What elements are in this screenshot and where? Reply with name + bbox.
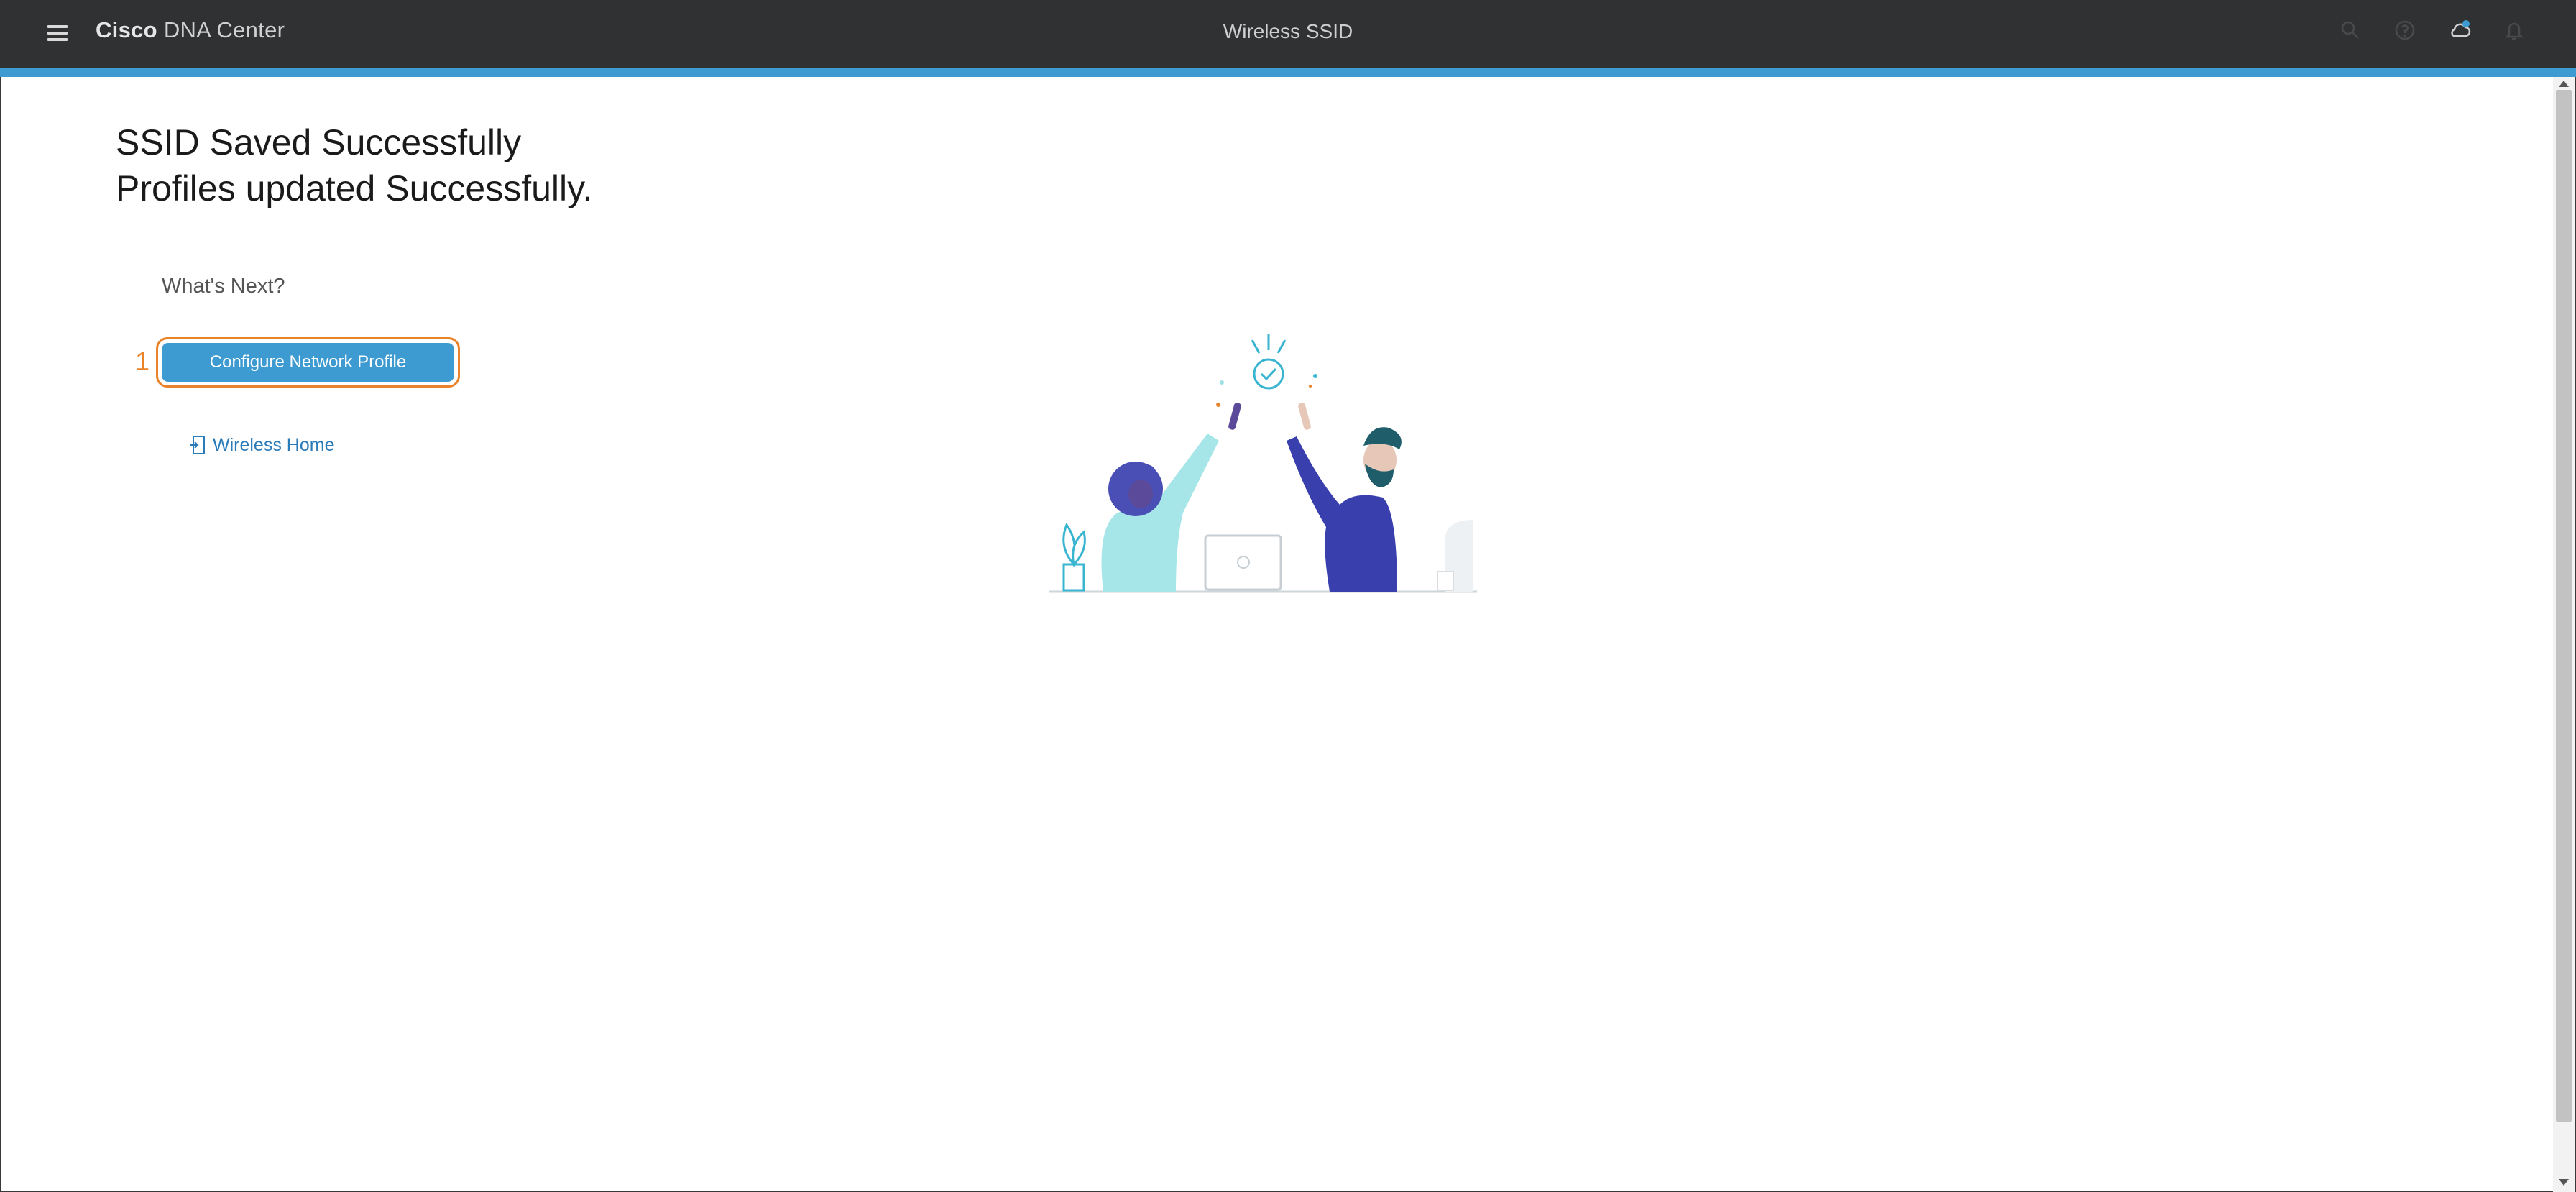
profiles-updated-message: Profiles updated Successfully. [116, 168, 593, 208]
laptop-icon [1204, 534, 1282, 591]
scroll-down-arrow-icon[interactable] [2557, 1178, 2570, 1188]
step-number: 1 [135, 347, 150, 376]
exit-door-icon [190, 436, 205, 454]
configure-network-profile-button[interactable]: Configure Network Profile [156, 337, 460, 388]
coffee-cup-icon [1437, 571, 1454, 591]
top-navigation-bar: Cisco DNA Center Wireless SSID [0, 0, 2576, 68]
help-icon[interactable] [2393, 19, 2416, 42]
whats-next-label: What's Next? [162, 275, 285, 298]
cloud-notification-icon[interactable] [2448, 19, 2471, 42]
success-check-icon [1251, 334, 1287, 390]
scroll-up-arrow-icon[interactable] [2557, 78, 2570, 88]
page-title: Wireless SSID [1223, 20, 1353, 42]
accent-bar [0, 68, 2576, 77]
scrollbar-thumb[interactable] [2556, 90, 2572, 1122]
plant-icon [1062, 522, 1086, 592]
wireless-home-label: Wireless Home [213, 434, 335, 455]
success-message: SSID Saved Successfully Profiles updated… [116, 119, 592, 211]
header-actions [2339, 19, 2526, 42]
high-five-illustration [1049, 334, 1477, 593]
bell-icon[interactable] [2503, 19, 2526, 42]
man-figure [1287, 403, 1402, 592]
configure-network-profile-label: Configure Network Profile [162, 343, 454, 382]
search-icon[interactable] [2339, 19, 2362, 42]
wireless-home-link[interactable]: Wireless Home [188, 434, 334, 456]
ssid-saved-message: SSID Saved Successfully [116, 122, 522, 162]
